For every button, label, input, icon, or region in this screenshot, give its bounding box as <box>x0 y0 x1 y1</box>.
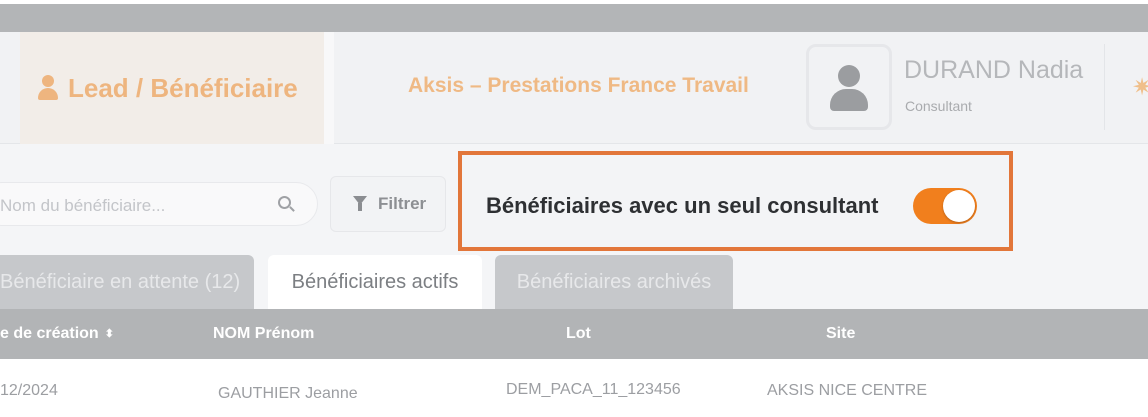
user-icon <box>36 75 60 101</box>
column-header-site[interactable]: Site <box>826 325 855 343</box>
tab-archived-label: Bénéficiaires archivés <box>516 270 712 293</box>
lead-nav-label: Lead / Bénéficiaire <box>68 72 298 103</box>
cell-name: GAUTHIER Jeanne <box>218 385 358 402</box>
settings-gear-icon[interactable]: ✷ <box>1132 76 1148 100</box>
header-divider-right <box>1104 44 1105 130</box>
cell-lot: DEM_PACA_11_123456 <box>506 381 681 398</box>
sort-icon[interactable]: ⬍ <box>105 328 114 340</box>
cell-creation-date: 12/2024 <box>0 382 58 399</box>
search-placeholder: Nom du bénéficiaire... <box>0 196 166 215</box>
user-name: DURAND Nadia <box>904 56 1084 84</box>
avatar[interactable] <box>806 44 892 130</box>
cell-site: AKSIS NICE CENTRE <box>767 382 928 399</box>
lead-beneficiary-nav[interactable]: Lead / Bénéficiaire <box>20 32 324 144</box>
column-header-creation-date[interactable]: e de création ⬍ <box>0 325 114 343</box>
toggle-knob <box>943 190 975 222</box>
column-header-name[interactable]: NOM Prénom <box>213 325 314 343</box>
organization-title: Aksis – Prestations France Travail <box>408 74 749 97</box>
single-consultant-toggle-label: Bénéficiaires avec un seul consultant <box>486 193 879 218</box>
search-icon[interactable] <box>278 196 295 213</box>
tab-archived-beneficiaries[interactable]: Bénéficiaires archivés <box>495 255 733 309</box>
tab-active-beneficiaries[interactable]: Bénéficiaires actifs <box>268 255 482 309</box>
tab-pending-beneficiaries[interactable]: Bénéficiaire en attente (12) <box>0 255 254 309</box>
filter-button-label: Filtrer <box>378 194 427 213</box>
top-bar <box>0 0 1148 32</box>
single-consultant-toggle[interactable] <box>913 188 977 224</box>
tab-pending-label: Bénéficiaire en attente (12) <box>0 270 241 293</box>
tab-active-label: Bénéficiaires actifs <box>291 270 459 293</box>
column-header-lot[interactable]: Lot <box>566 325 591 343</box>
user-role: Consultant <box>905 98 972 114</box>
header-divider <box>324 32 334 144</box>
user-avatar-icon <box>838 65 860 87</box>
